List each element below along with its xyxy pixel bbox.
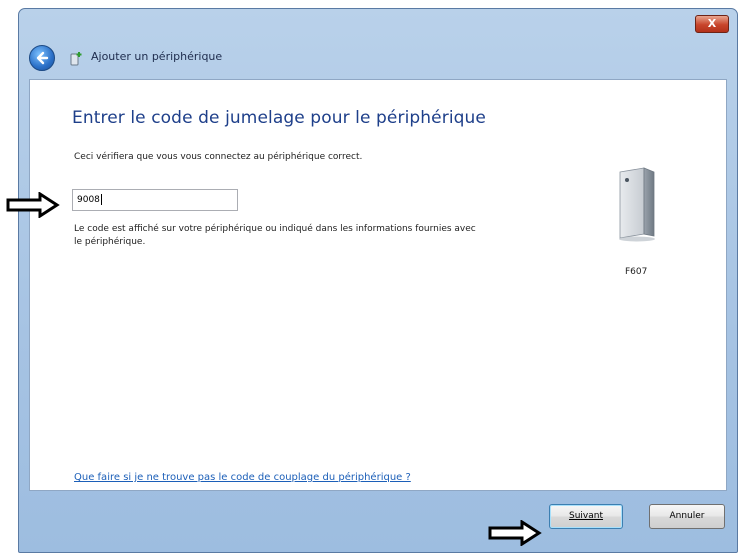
pointer-arrow-input-icon: [6, 192, 60, 218]
code-hint: Le code est affiché sur votre périphériq…: [74, 224, 476, 247]
text-caret: [100, 194, 102, 205]
page-description: Ceci vérifiera que vous vous connectez a…: [74, 152, 363, 162]
pointer-arrow-next-icon: [488, 520, 542, 546]
pairing-code-input[interactable]: 9008: [72, 189, 238, 211]
back-button[interactable]: [29, 45, 55, 71]
back-arrow-icon: [36, 51, 49, 65]
close-button[interactable]: X: [695, 15, 729, 33]
device-name: F607: [625, 267, 648, 277]
device-tower-icon: [619, 167, 655, 242]
help-link[interactable]: Que faire si je ne trouve pas le code de…: [74, 472, 411, 483]
next-button-label: Suivant: [569, 511, 603, 521]
wizard-header: Ajouter un périphérique: [29, 45, 727, 75]
next-button[interactable]: Suivant: [549, 504, 623, 529]
wizard-title: Ajouter un périphérique: [91, 50, 223, 63]
page-heading: Entrer le code de jumelage pour le périp…: [72, 108, 486, 128]
add-device-icon: [70, 52, 82, 66]
wizard-window: X Ajouter un périphérique Entrer le code…: [18, 8, 738, 553]
cancel-button[interactable]: Annuler: [649, 504, 725, 529]
wizard-footer: Suivant Annuler: [19, 490, 737, 552]
wizard-content: Entrer le code de jumelage pour le périp…: [29, 79, 727, 491]
pairing-code-value: 9008: [77, 195, 100, 205]
